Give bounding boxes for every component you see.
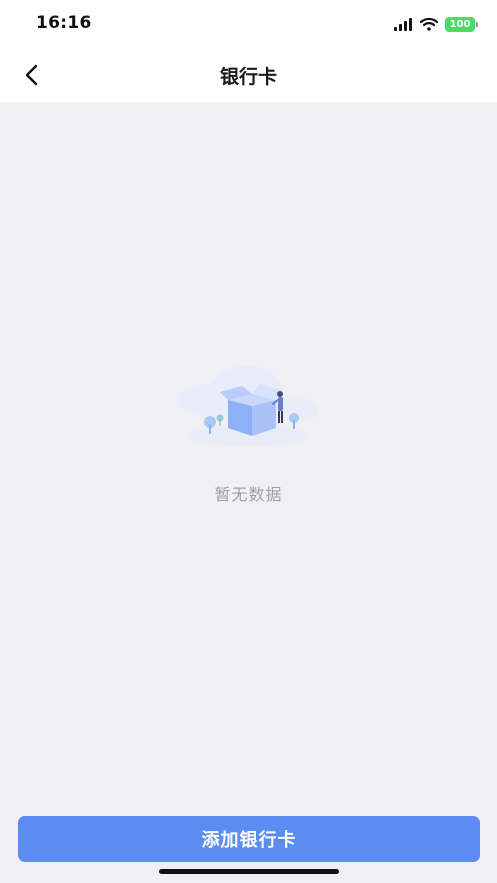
status-bar: 16:16 100	[0, 0, 497, 48]
signal-icon	[394, 17, 412, 31]
page-title: 银行卡	[219, 66, 277, 88]
nav-bar: 银行卡	[0, 48, 497, 102]
status-time: 16:16	[36, 13, 92, 33]
empty-state-text: 暂无数据	[214, 485, 283, 504]
home-indicator	[159, 869, 339, 874]
status-icons: 100	[394, 14, 478, 34]
add-bank-card-label: 添加银行卡	[201, 830, 297, 851]
content-area: 暂无数据	[0, 102, 497, 883]
bank-card-page: 16:16 100 银行卡 暂无数据 添加银行卡	[0, 0, 497, 883]
battery-icon: 100	[445, 16, 478, 32]
empty-box-icon	[178, 366, 318, 446]
battery-level: 100	[449, 18, 471, 30]
battery-tip	[476, 21, 478, 27]
add-bank-card-button[interactable]: 添加银行卡	[18, 816, 480, 862]
wifi-icon	[420, 17, 438, 31]
